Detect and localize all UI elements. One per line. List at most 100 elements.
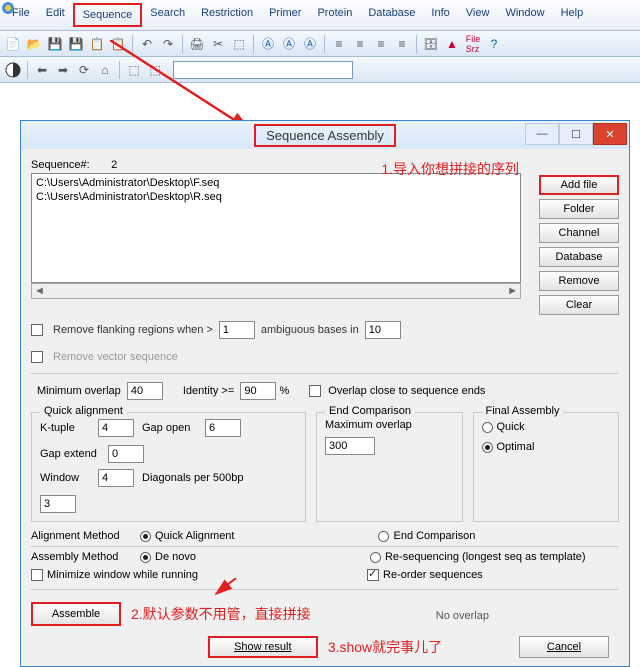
saveall-icon[interactable]: 💾	[67, 35, 85, 53]
menu-edit[interactable]: Edit	[38, 3, 73, 27]
maximize-button[interactable]: ☐	[559, 123, 593, 145]
remove-vector-label: Remove vector sequence	[53, 351, 178, 363]
horizontal-scrollbar[interactable]: ◄►	[31, 283, 521, 299]
menu-database[interactable]: Database	[360, 3, 423, 27]
align-quick-radio[interactable]	[140, 531, 151, 542]
a3-icon[interactable]: Ⓐ	[301, 35, 319, 53]
menu-view[interactable]: View	[458, 3, 498, 27]
cancel-button[interactable]: Cancel	[519, 636, 609, 658]
a-icon[interactable]: Ⓐ	[259, 35, 277, 53]
diagonals-label: Diagonals per 500bp	[142, 472, 262, 484]
annotation-3: 3.show就完事儿了	[328, 637, 442, 657]
menu-search[interactable]: Search	[142, 3, 193, 27]
ktuple-input[interactable]	[98, 419, 134, 437]
diagonals-input[interactable]	[40, 495, 76, 513]
seq3-icon[interactable]: ≡	[372, 35, 390, 53]
remove-button[interactable]: Remove	[539, 271, 619, 291]
menu-window[interactable]: Window	[497, 3, 552, 27]
add-file-button[interactable]: Add file	[539, 175, 619, 195]
nav6-icon[interactable]: ⬚	[146, 61, 164, 79]
assembly-method-label: Assembly Method	[31, 551, 126, 563]
menu-help[interactable]: Help	[553, 3, 592, 27]
database-button[interactable]: Database	[539, 247, 619, 267]
fs-icon[interactable]: FileSrz	[464, 35, 482, 53]
paste-icon[interactable]: 📋	[109, 35, 127, 53]
final-assembly-group-label: Final Assembly	[482, 405, 564, 417]
max-overlap-input[interactable]	[325, 437, 375, 455]
copy-icon[interactable]: 📋	[88, 35, 106, 53]
minimize-button[interactable]: —	[525, 123, 559, 145]
folder-button[interactable]: Folder	[539, 199, 619, 219]
seq-icon[interactable]: ≡	[330, 35, 348, 53]
nav1-icon[interactable]: ⬅	[33, 61, 51, 79]
nav3-icon[interactable]: ⟳	[75, 61, 93, 79]
toolbar-2: ⬅ ➡ ⟳ ⌂ ⬚ ⬚	[0, 57, 640, 83]
a2-icon[interactable]: Ⓐ	[280, 35, 298, 53]
menu-restriction[interactable]: Restriction	[193, 3, 261, 27]
menu-sequence[interactable]: Sequence	[73, 3, 143, 27]
asm-reseq-radio[interactable]	[370, 552, 381, 563]
new-icon[interactable]: 📄	[4, 35, 22, 53]
menubar: FileEditSequenceSearchRestrictionPrimerP…	[0, 0, 640, 31]
help-icon[interactable]: ?	[485, 35, 503, 53]
save-icon[interactable]: 💾	[46, 35, 64, 53]
final-optimal-radio[interactable]	[482, 442, 493, 453]
menu-info[interactable]: Info	[423, 3, 457, 27]
identity-input[interactable]	[240, 382, 276, 400]
remove-vector-checkbox	[31, 351, 43, 363]
search-input[interactable]	[173, 61, 353, 79]
seq2-icon[interactable]: ≡	[351, 35, 369, 53]
quick-alignment-group-label: Quick alignment	[40, 405, 127, 417]
remove-flanking-label: Remove flanking regions when >	[53, 324, 213, 336]
seq4-icon[interactable]: ≡	[393, 35, 411, 53]
minimize-window-checkbox[interactable]	[31, 569, 43, 581]
print-icon[interactable]: 🖨	[188, 35, 206, 53]
close-button[interactable]: ✕	[593, 123, 627, 145]
window-input[interactable]	[98, 469, 134, 487]
nav2-icon[interactable]: ➡	[54, 61, 72, 79]
open-icon[interactable]: 📂	[25, 35, 43, 53]
gapext-input[interactable]	[108, 445, 144, 463]
dialog-title: Sequence Assembly	[254, 124, 396, 147]
tool-icon[interactable]: ⬚	[230, 35, 248, 53]
reorder-checkbox[interactable]	[367, 569, 379, 581]
gapopen-input[interactable]	[205, 419, 241, 437]
menu-protein[interactable]: Protein	[309, 3, 360, 27]
ktuple-label: K-tuple	[40, 422, 90, 434]
min-overlap-label: Minimum overlap	[37, 385, 121, 397]
max-overlap-label: Maximum overlap	[325, 419, 454, 431]
toolbar-1: 📄 📂 💾 💾 📋 📋 ↶ ↷ 🖨 ✂ ⬚ Ⓐ Ⓐ Ⓐ ≡ ≡ ≡ ≡ 🗄 ▲ …	[0, 31, 640, 57]
db-icon[interactable]: 🗄	[422, 35, 440, 53]
min-overlap-input[interactable]	[127, 382, 163, 400]
nav4-icon[interactable]: ⌂	[96, 61, 114, 79]
undo-icon[interactable]: ↶	[138, 35, 156, 53]
cut-icon[interactable]: ✂	[209, 35, 227, 53]
overlap-close-label: Overlap close to sequence ends	[328, 385, 485, 397]
file-entry[interactable]: C:\Users\Administrator\Desktop\R.seq	[36, 190, 516, 204]
align-end-radio[interactable]	[378, 531, 389, 542]
menu-primer[interactable]: Primer	[261, 3, 309, 27]
nav5-icon[interactable]: ⬚	[125, 61, 143, 79]
up-icon[interactable]: ▲	[443, 35, 461, 53]
sequence-file-list[interactable]: C:\Users\Administrator\Desktop\F.seqC:\U…	[31, 173, 521, 283]
asm-denovo-radio[interactable]	[140, 552, 151, 563]
identity-label: Identity >=	[183, 385, 234, 397]
overlap-close-checkbox[interactable]	[309, 385, 321, 397]
assemble-button[interactable]: Assemble	[31, 602, 121, 626]
gapext-label: Gap extend	[40, 448, 100, 460]
ambiguous-bases-input[interactable]	[365, 321, 401, 339]
final-quick-radio[interactable]	[482, 422, 493, 433]
window-label: Window	[40, 472, 90, 484]
channel-button[interactable]: Channel	[539, 223, 619, 243]
dialog-titlebar: Sequence Assembly — ☐ ✕	[21, 121, 629, 149]
gapopen-label: Gap open	[142, 422, 197, 434]
annotation-2: 2.默认参数不用管，直接拼接	[131, 604, 311, 624]
redo-icon[interactable]: ↷	[159, 35, 177, 53]
flanking-threshold-input[interactable]	[219, 321, 255, 339]
ambiguous-label: ambiguous bases in	[261, 324, 359, 336]
remove-flanking-checkbox[interactable]	[31, 324, 43, 336]
globe-icon[interactable]	[4, 61, 22, 79]
clear-button[interactable]: Clear	[539, 295, 619, 315]
show-result-button[interactable]: Show result	[208, 636, 318, 658]
app-icon	[0, 0, 16, 16]
